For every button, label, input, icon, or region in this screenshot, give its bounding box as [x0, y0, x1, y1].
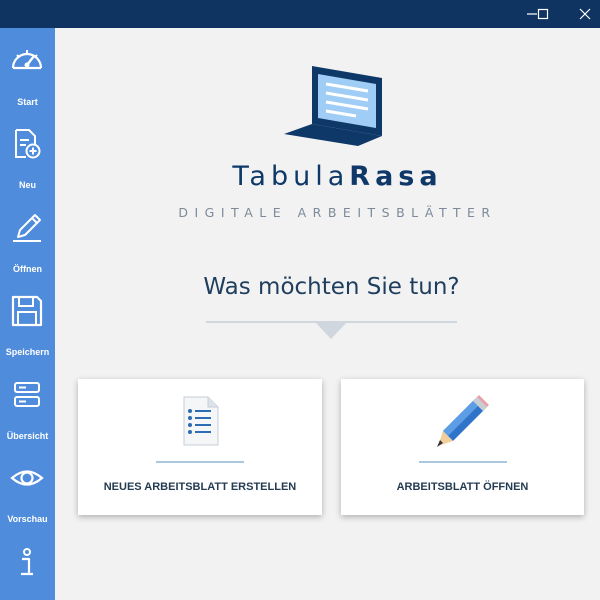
- question-arrow: [316, 323, 346, 339]
- close-icon: [579, 8, 591, 20]
- page-question: Was möchten Sie tun?: [203, 274, 460, 300]
- new-worksheet-card[interactable]: NEUES ARBEITSBLATT ERSTELLEN: [78, 379, 322, 515]
- sidebar-item-label: Übersicht: [6, 431, 49, 441]
- brand-tagline: DIGITALE ARBEITSBLÄTTER: [178, 205, 497, 220]
- eye-icon: [10, 470, 44, 486]
- floppy-disk-icon: [11, 295, 43, 327]
- sidebar-item-info[interactable]: [0, 546, 55, 600]
- sidebar-item-vorschau[interactable]: Vorschau: [0, 461, 55, 541]
- new-worksheet-label: NEUES ARBEITSBLATT ERSTELLEN: [103, 481, 297, 493]
- sidebar-item-uebersicht[interactable]: Übersicht: [0, 378, 55, 458]
- sidebar-item-neu[interactable]: Neu: [0, 127, 55, 207]
- sidebar-item-label: Vorschau: [7, 514, 48, 524]
- sidebar: Start Neu Öffnen Speichern Übersicht Vor…: [0, 28, 55, 600]
- start-page: TabulaRasa DIGITALE ARBEITSBLÄTTER Was m…: [55, 28, 600, 600]
- info-icon: [21, 548, 33, 576]
- pencil-icon: [436, 395, 489, 447]
- new-document-icon: [15, 129, 41, 159]
- brand-name-bold: Rasa: [349, 161, 443, 192]
- sidebar-item-label: Start: [17, 97, 38, 107]
- sidebar-item-start[interactable]: Start: [0, 44, 55, 124]
- laptop-logo-icon: [284, 66, 382, 146]
- maximize-icon: [537, 8, 549, 20]
- sidebar-item-label: Öffnen: [13, 264, 42, 274]
- pencil-icon: [13, 214, 41, 242]
- sidebar-item-speichern[interactable]: Speichern: [0, 294, 55, 374]
- sidebar-item-label: Speichern: [5, 347, 50, 357]
- open-worksheet-card[interactable]: ARBEITSBLATT ÖFFNEN: [341, 379, 584, 515]
- document-list-icon: [183, 396, 219, 446]
- speedometer-icon: [11, 50, 43, 70]
- close-button[interactable]: [562, 0, 600, 28]
- overview-icon: [14, 382, 40, 407]
- app-brand: TabulaRasa: [55, 161, 600, 192]
- sidebar-item-oeffnen[interactable]: Öffnen: [0, 211, 55, 291]
- maximize-button[interactable]: [520, 0, 566, 28]
- title-bar: [0, 0, 600, 28]
- card-divider: [418, 461, 507, 463]
- brand-name-regular: Tabula: [232, 161, 350, 192]
- sidebar-item-label: Neu: [18, 180, 36, 190]
- open-worksheet-label: ARBEITSBLATT ÖFFNEN: [396, 481, 529, 493]
- card-divider: [156, 461, 244, 463]
